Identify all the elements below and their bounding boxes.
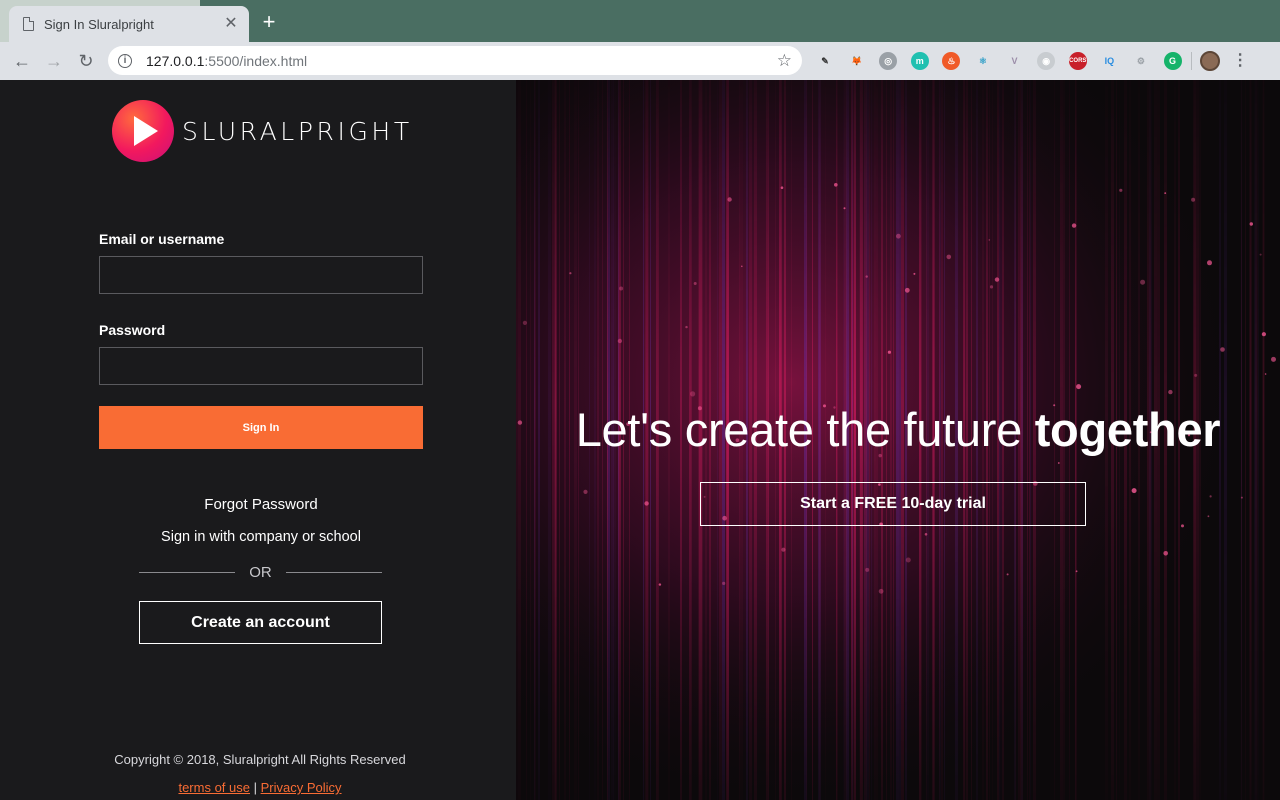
iq-extension-icon[interactable]: IQ bbox=[1100, 52, 1119, 70]
brand-wordmark: SLURALPRIGHT bbox=[182, 116, 413, 146]
create-account-button[interactable]: Create an account bbox=[139, 601, 382, 644]
or-text: OR bbox=[249, 563, 272, 581]
forgot-password-link[interactable]: Forgot Password bbox=[99, 496, 423, 513]
privacy-policy-link[interactable]: Privacy Policy bbox=[261, 780, 342, 795]
url-host: 127.0.0.1 bbox=[146, 52, 205, 69]
bookmark-star-icon[interactable]: ☆ bbox=[777, 51, 792, 71]
toolbar-separator bbox=[1191, 52, 1193, 70]
play-logo-icon bbox=[112, 100, 174, 162]
company-signin-link[interactable]: Sign in with company or school bbox=[99, 529, 423, 545]
page: SLURALPRIGHT Email or username Password … bbox=[0, 80, 1280, 800]
react-devtools-icon[interactable]: ⚛ bbox=[973, 52, 992, 70]
tab-close-icon[interactable]: ✕ bbox=[223, 16, 239, 32]
copyright-text: Copyright © 2018, Sluralpright All Right… bbox=[114, 752, 406, 767]
hero-headline-text: Let's create the future bbox=[575, 403, 1035, 456]
site-info-icon[interactable]: i bbox=[118, 53, 132, 68]
eyedropper-icon[interactable]: ✎ bbox=[816, 52, 834, 70]
email-label: Email or username bbox=[99, 231, 225, 247]
new-tab-button[interactable]: + bbox=[258, 11, 280, 34]
email-field[interactable] bbox=[99, 256, 423, 294]
legal-separator: | bbox=[250, 780, 261, 795]
legal-links: terms of use | Privacy Policy bbox=[0, 780, 520, 795]
hero-panel: Let's create the future together Start a… bbox=[516, 80, 1280, 800]
page-document-icon bbox=[23, 17, 34, 31]
extensions-area: ✎ 🦊 ◎ m ♨ ⚛ V ◉ CORS IQ ⚙ G ⋮ bbox=[816, 50, 1248, 72]
terms-of-use-link[interactable]: terms of use bbox=[178, 780, 250, 795]
browser-tab[interactable]: Sign In Sluralpright ✕ bbox=[9, 6, 249, 42]
browser-menu-icon[interactable]: ⋮ bbox=[1232, 53, 1248, 69]
tab-title: Sign In Sluralpright bbox=[44, 16, 154, 32]
address-bar[interactable]: i 127.0.0.1 :5500/index.html ☆ bbox=[108, 46, 802, 75]
reload-button[interactable]: ↻ bbox=[74, 49, 98, 73]
hero-headline-bold: together bbox=[1034, 403, 1221, 456]
divider-line-left bbox=[139, 571, 236, 573]
signin-panel: SLURALPRIGHT Email or username Password … bbox=[0, 80, 516, 800]
vue-devtools-icon[interactable]: V bbox=[1005, 52, 1024, 70]
free-trial-button[interactable]: Start a FREE 10-day trial bbox=[700, 482, 1086, 526]
password-label: Password bbox=[99, 322, 166, 338]
cors-extension-icon[interactable]: CORS bbox=[1068, 52, 1087, 70]
brand-logo[interactable]: SLURALPRIGHT bbox=[112, 100, 413, 162]
password-field[interactable] bbox=[99, 347, 423, 385]
browser-tab-strip: Sign In Sluralpright ✕ + bbox=[0, 0, 1280, 42]
browser-toolbar: ← → ↻ i 127.0.0.1 :5500/index.html ☆ ✎ 🦊 ◎… bbox=[0, 42, 1280, 80]
flame-extension-icon[interactable]: ♨ bbox=[942, 52, 961, 70]
url-path: :5500/index.html bbox=[204, 52, 308, 69]
metamask-fox-icon[interactable]: 🦊 bbox=[847, 52, 866, 70]
grammarly-icon[interactable]: G bbox=[1163, 52, 1182, 70]
forward-button[interactable]: → bbox=[42, 49, 66, 73]
back-button[interactable]: ← bbox=[10, 49, 34, 73]
circle-extension-icon[interactable]: ◉ bbox=[1037, 52, 1056, 70]
profile-avatar[interactable] bbox=[1200, 51, 1221, 71]
ring-extension-icon[interactable]: ◎ bbox=[879, 52, 898, 70]
gear-extension-icon[interactable]: ⚙ bbox=[1131, 52, 1150, 70]
m-extension-icon[interactable]: m bbox=[910, 52, 929, 70]
divider-line-right bbox=[285, 571, 382, 573]
hero-headline: Let's create the future together bbox=[516, 402, 1280, 457]
sign-in-button[interactable]: Sign In bbox=[99, 406, 423, 449]
or-divider: OR bbox=[139, 563, 382, 581]
